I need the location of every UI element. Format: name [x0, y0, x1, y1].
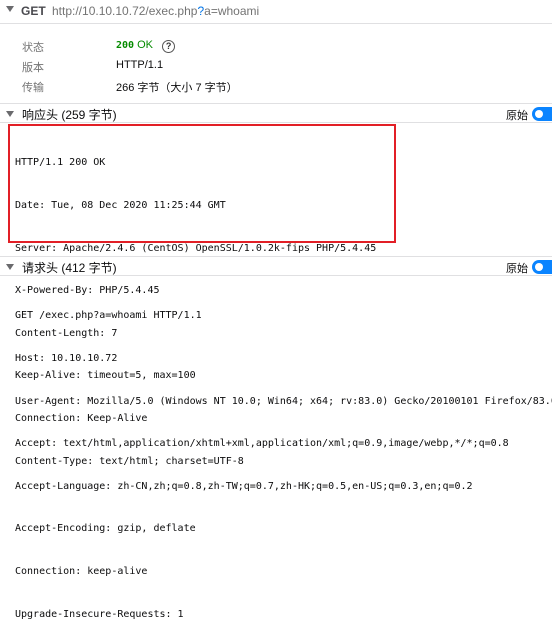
request-header-line: Connection: keep-alive [15, 565, 148, 577]
raw-toggle-switch[interactable] [532, 260, 552, 274]
request-header-line: Host: 10.10.10.72 [15, 353, 118, 364]
collapse-arrow-icon[interactable] [6, 6, 14, 12]
request-header-line: Upgrade-Insecure-Requests: 1 [15, 608, 184, 620]
raw-toggle-label: 原始 [506, 110, 528, 122]
response-header-line: Date: Tue, 08 Dec 2020 11:25:44 GMT [15, 200, 226, 211]
version-row: 版本 HTTP/1.1 [0, 56, 552, 74]
transfer-row: 传输 266 字节（大小 7 字节） [0, 76, 552, 94]
help-icon[interactable]: ? [162, 40, 176, 53]
response-headers-title: 响应头 (259 字节) [22, 108, 117, 122]
request-header-line: Accept: text/html,application/xhtml+xml,… [15, 438, 509, 450]
collapse-arrow-icon[interactable] [6, 264, 14, 270]
response-summary: 状态 200 OK ? 版本 HTTP/1.1 传输 266 字节（大小 7 字… [0, 30, 552, 98]
request-method: GET [21, 4, 46, 18]
request-header-line: GET /exec.php?a=whoami HTTP/1.1 [15, 310, 202, 322]
response-header-line: Server: Apache/2.4.6 (CentOS) OpenSSL/1.… [15, 242, 377, 254]
status-row: 状态 200 OK ? [0, 36, 552, 54]
request-header-line: Accept-Encoding: gzip, deflate [15, 523, 196, 535]
request-url: http://10.10.10.72/exec.php?a=whoami [52, 4, 259, 18]
request-headers-header[interactable]: 请求头 (412 字节) 原始 [0, 256, 552, 276]
status-label: 状态 [22, 42, 44, 54]
status-code: 200 [116, 40, 135, 51]
status-value: 200 OK ? [116, 39, 176, 53]
response-header-line: HTTP/1.1 200 OK [15, 157, 106, 169]
toggle-knob [535, 110, 543, 118]
toggle-knob [535, 263, 543, 271]
response-headers-header[interactable]: 响应头 (259 字节) 原始 [0, 103, 552, 123]
version-value: HTTP/1.1 [116, 59, 164, 71]
request-url-bar[interactable]: GET http://10.10.10.72/exec.php?a=whoami [0, 0, 552, 24]
request-headers-raw: GET /exec.php?a=whoami HTTP/1.1 Host: 10… [15, 281, 552, 636]
transfer-value: 266 字节（大小 7 字节） [116, 82, 238, 94]
url-base: http://10.10.10.72/exec.php [52, 4, 198, 18]
transfer-label: 传输 [22, 82, 44, 94]
raw-toggle-switch[interactable] [532, 107, 552, 121]
version-label: 版本 [22, 62, 44, 74]
url-param: a=whoami [204, 4, 260, 18]
collapse-arrow-icon[interactable] [6, 111, 14, 117]
request-header-line: Accept-Language: zh-CN,zh;q=0.8,zh-TW;q=… [15, 480, 473, 492]
status-text: OK [137, 39, 154, 51]
raw-toggle-label: 原始 [506, 263, 528, 275]
request-headers-title: 请求头 (412 字节) [22, 261, 117, 275]
request-header-line: User-Agent: Mozilla/5.0 (Windows NT 10.0… [15, 395, 552, 407]
